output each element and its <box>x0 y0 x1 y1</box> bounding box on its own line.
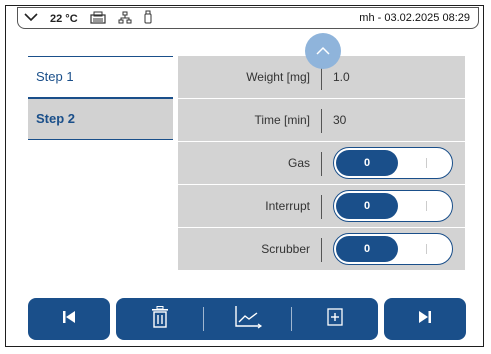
toggle-on-mark <box>426 158 427 168</box>
toggle-knob: 0 <box>336 150 398 176</box>
skip-previous-icon <box>61 309 77 330</box>
chevron-down-icon[interactable] <box>24 12 38 25</box>
usb-icon <box>144 10 152 27</box>
step-list: Step 1 Step 2 <box>28 56 173 140</box>
next-button[interactable] <box>384 298 466 340</box>
param-row-gas: Gas 0 <box>178 142 465 185</box>
skip-next-icon <box>417 309 433 330</box>
interrupt-toggle[interactable]: 0 <box>333 190 453 222</box>
step-label: Step 2 <box>36 111 76 126</box>
param-row-scrubber: Scrubber 0 <box>178 228 465 270</box>
scrubber-toggle[interactable]: 0 <box>333 233 453 265</box>
chevron-up-icon <box>316 42 330 60</box>
param-label: Weight [mg] <box>246 70 310 84</box>
action-group <box>116 298 378 340</box>
trash-icon <box>151 305 169 333</box>
temperature-readout: 22 °C <box>50 12 78 25</box>
toggle-knob: 0 <box>336 193 398 219</box>
status-left: 22 °C <box>24 10 152 27</box>
chart-icon <box>233 305 263 334</box>
step-item-2[interactable]: Step 2 <box>28 98 173 140</box>
user-datetime: mh - 03.02.2025 08:29 <box>359 12 470 24</box>
add-icon <box>327 307 343 331</box>
toggle-knob: 0 <box>336 236 398 262</box>
param-label: Scrubber <box>261 242 310 256</box>
param-label: Gas <box>287 156 310 170</box>
divider <box>321 238 322 262</box>
network-icon <box>118 11 132 27</box>
param-row-interrupt: Interrupt 0 <box>178 185 465 228</box>
divider <box>321 109 322 133</box>
divider <box>321 195 322 219</box>
printer-icon <box>90 11 106 27</box>
toggle-on-mark <box>426 201 427 211</box>
param-label: Time [min] <box>254 113 310 127</box>
param-row-time[interactable]: Time [min] 30 <box>178 99 465 142</box>
status-bar: 22 °C mh - 03.02.2025 08:29 <box>17 7 479 29</box>
chart-button[interactable] <box>204 298 291 340</box>
scroll-up-button[interactable] <box>305 33 341 69</box>
parameter-panel: Weight [mg] 1.0 Time [min] 30 Gas 0 Inte… <box>178 56 465 270</box>
divider <box>321 66 322 90</box>
previous-button[interactable] <box>28 298 110 340</box>
step-label: Step 1 <box>36 69 74 84</box>
bottom-toolbar <box>28 298 466 340</box>
add-button[interactable] <box>292 298 378 340</box>
toggle-on-mark <box>426 244 427 254</box>
step-item-1[interactable]: Step 1 <box>28 56 173 98</box>
delete-button[interactable] <box>116 298 203 340</box>
param-value[interactable]: 30 <box>333 99 346 141</box>
divider <box>321 152 322 176</box>
param-label: Interrupt <box>265 199 310 213</box>
gas-toggle[interactable]: 0 <box>333 147 453 179</box>
